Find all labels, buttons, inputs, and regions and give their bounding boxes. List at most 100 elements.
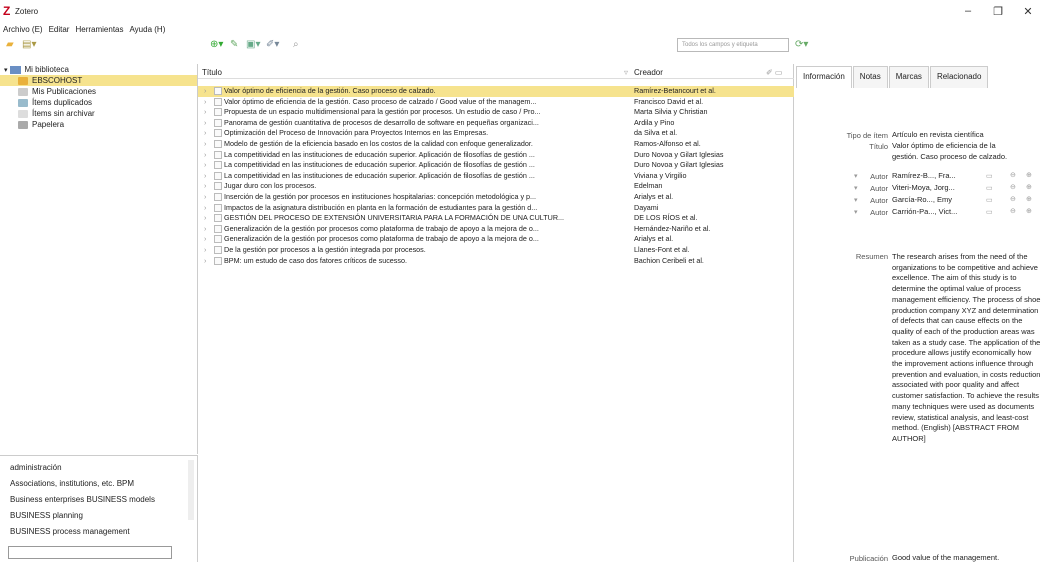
menu-tools[interactable]: Herramientas <box>72 25 126 34</box>
table-row[interactable]: › GESTIÓN DEL PROCESO DE EXTENSIÓN UNIVER… <box>198 213 794 224</box>
author-value[interactable]: Carrión-Pa..., Vict... <box>892 207 982 218</box>
expand-icon[interactable]: › <box>204 118 206 127</box>
tree-duplicates[interactable]: Ítems duplicados <box>0 97 197 108</box>
tag-line[interactable]: BUSINESS planning <box>0 508 197 524</box>
zotero-logo-icon: Z <box>3 3 11 18</box>
tag-line[interactable]: BUSINESS process management <box>0 524 197 540</box>
table-row[interactable]: › La competitividad en las instituciones … <box>198 171 794 182</box>
expand-icon[interactable]: › <box>204 150 206 159</box>
expand-icon[interactable]: › <box>204 97 206 106</box>
expand-icon[interactable]: › <box>204 224 206 233</box>
tag-scrollbar[interactable] <box>188 460 194 520</box>
remove-author-icon[interactable]: ⊖ <box>1010 183 1016 191</box>
table-row[interactable]: › Modelo de gestión de la eficiencia basa… <box>198 139 794 150</box>
row-creator: Duro Novoa y Gilart Iglesias <box>634 149 724 159</box>
search-input[interactable]: Todos los campos y etiqueta <box>677 38 789 52</box>
tab-notes[interactable]: Notas <box>852 66 888 88</box>
menu-edit[interactable]: Editar <box>46 25 73 34</box>
expand-icon[interactable]: › <box>204 181 206 190</box>
table-row[interactable]: › Generalización de la gestión por proces… <box>198 234 794 245</box>
expand-icon[interactable]: › <box>204 203 206 212</box>
tag-line[interactable]: administración <box>0 460 197 476</box>
expand-icon[interactable]: › <box>204 139 206 148</box>
remove-author-icon[interactable]: ⊖ <box>1010 207 1016 215</box>
table-row[interactable]: › De la gestión por procesos a la gestión… <box>198 245 794 256</box>
add-by-identifier-icon[interactable]: ✎ <box>230 38 238 50</box>
tree-trash[interactable]: Papelera <box>0 119 197 130</box>
table-row[interactable]: › Optimización del Proceso de Innovación … <box>198 128 794 139</box>
author-label: Autor <box>870 184 888 193</box>
title-value[interactable]: Valor óptimo de eficiencia de la gestión… <box>892 141 1012 162</box>
author-value[interactable]: Ramírez-B..., Fra... <box>892 171 982 182</box>
expand-icon[interactable]: › <box>204 128 206 137</box>
tree-my-library[interactable]: ▾ Mi biblioteca <box>0 64 197 75</box>
author-value[interactable]: García-Ro..., Emy <box>892 195 982 206</box>
new-note-icon[interactable]: ▣▾ <box>246 38 260 50</box>
table-row[interactable]: › BPM: um estudo de caso dos fatores crít… <box>198 256 794 267</box>
author-value[interactable]: Viteri-Moya, Jorg... <box>892 183 982 194</box>
table-row[interactable]: › Valor óptimo de eficiencia de la gestió… <box>198 97 794 108</box>
field-mode-icon[interactable]: ▭ <box>986 208 993 216</box>
table-row[interactable]: › Inserción de la gestión por procesos en… <box>198 192 794 203</box>
tab-info[interactable]: Información <box>796 66 852 88</box>
attach-icon[interactable]: ✐▾ <box>266 38 279 50</box>
document-icon <box>214 161 222 170</box>
tag-line[interactable]: Associations, institutions, etc. BPM <box>0 476 197 492</box>
field-mode-icon[interactable]: ▭ <box>986 172 993 180</box>
table-row[interactable]: › Valor óptimo de eficiencia de la gestió… <box>198 86 794 97</box>
expand-icon[interactable]: › <box>204 107 206 116</box>
new-item-icon[interactable]: ⊕▾ <box>210 38 223 50</box>
library-menu-icon[interactable]: ▤▾ <box>22 38 36 50</box>
table-row[interactable]: › Jugar duro con los procesos. Edelman <box>198 181 794 192</box>
table-row[interactable]: › La competitividad en las instituciones … <box>198 160 794 171</box>
table-row[interactable]: › Impactos de la asignatura distribución … <box>198 203 794 214</box>
expand-icon[interactable]: › <box>204 213 206 222</box>
col-creator[interactable]: Creador <box>634 68 663 77</box>
expand-icon[interactable]: › <box>204 234 206 243</box>
table-row[interactable]: › La competitividad en las instituciones … <box>198 150 794 161</box>
expand-icon[interactable]: › <box>204 192 206 201</box>
close-button[interactable]: ✕ <box>1013 0 1043 22</box>
item-type-value[interactable]: Artículo en revista científica <box>892 130 1042 141</box>
remove-author-icon[interactable]: ⊖ <box>1010 195 1016 203</box>
abstract-value[interactable]: The research arises from the need of the… <box>892 252 1042 445</box>
tree-unfiled[interactable]: Ítems sin archivar <box>0 108 197 119</box>
add-author-icon[interactable]: ⊕ <box>1026 183 1032 191</box>
table-row[interactable]: › Generalización de la gestión por proces… <box>198 224 794 235</box>
publication-value[interactable]: Good value of the management. <box>892 553 1042 564</box>
sort-indicator-icon: ▿ <box>624 68 629 77</box>
tag-line[interactable]: Business enterprises BUSINESS models <box>0 492 197 508</box>
add-author-icon[interactable]: ⊕ <box>1026 207 1032 215</box>
tab-related[interactable]: Relacionado <box>929 66 989 88</box>
field-mode-icon[interactable]: ▭ <box>986 184 993 192</box>
expand-icon[interactable]: › <box>204 171 206 180</box>
expand-icon[interactable]: › <box>204 245 206 254</box>
menu-file[interactable]: Archivo (E) <box>0 25 46 34</box>
row-title: Impactos de la asignatura distribución e… <box>224 202 538 212</box>
expand-icon[interactable]: › <box>204 86 206 95</box>
table-row[interactable]: › Propuesta de un espacio multidimensiona… <box>198 107 794 118</box>
row-creator: Llanes-Font et al. <box>634 244 690 254</box>
advanced-search-icon[interactable]: ⌕ <box>293 38 299 50</box>
tag-filter-input[interactable] <box>8 546 172 559</box>
document-icon <box>214 139 222 148</box>
row-creator: Viviana y Virgilio <box>634 170 687 180</box>
new-collection-icon[interactable]: ▰ <box>6 38 14 50</box>
field-mode-icon[interactable]: ▭ <box>986 196 993 204</box>
menu-help[interactable]: Ayuda (H) <box>126 25 168 34</box>
add-author-icon[interactable]: ⊕ <box>1026 195 1032 203</box>
row-title: La competitividad en las instituciones d… <box>224 160 535 170</box>
minimize-button[interactable]: – <box>953 0 983 22</box>
tree-my-publications[interactable]: Mis Publicaciones <box>0 86 197 97</box>
table-row[interactable]: › Panorama de gestión cuantitativa de pro… <box>198 118 794 129</box>
add-author-icon[interactable]: ⊕ <box>1026 171 1032 179</box>
document-icon <box>214 150 222 159</box>
tree-ebscohost[interactable]: EBSCOHOST <box>0 75 197 86</box>
tab-tags[interactable]: Marcas <box>888 66 929 88</box>
sync-icon[interactable]: ⟳▾ <box>795 38 808 50</box>
expand-icon[interactable]: › <box>204 256 206 265</box>
maximize-button[interactable]: ❐ <box>983 0 1013 22</box>
col-title[interactable]: Título <box>202 68 222 77</box>
remove-author-icon[interactable]: ⊖ <box>1010 171 1016 179</box>
expand-icon[interactable]: › <box>204 160 206 169</box>
